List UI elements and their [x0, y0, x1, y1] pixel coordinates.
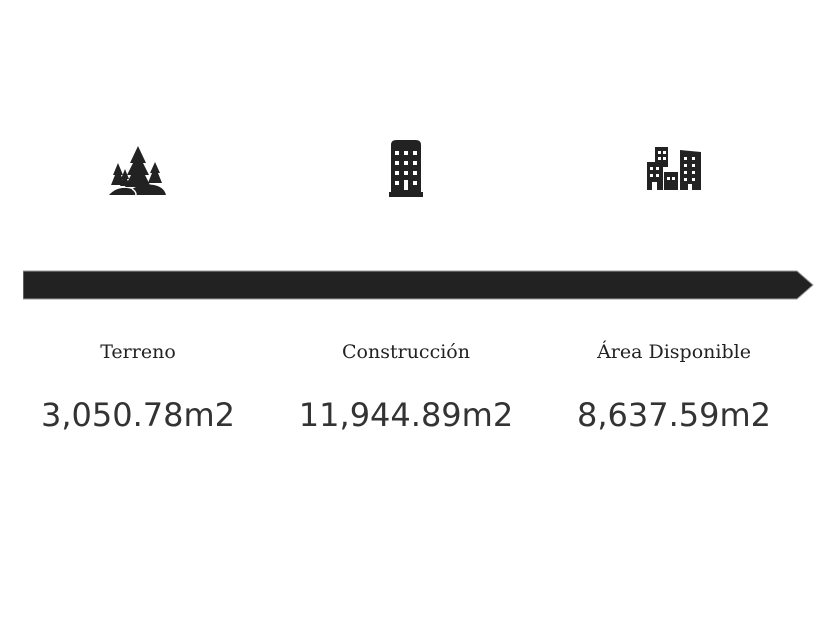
- area-disponible-value: 8,637.59m2: [576, 396, 772, 434]
- terreno-value: 3,050.78m2: [40, 396, 236, 434]
- trees-icon: [109, 146, 166, 196]
- construccion-value: 11,944.89m2: [298, 396, 514, 434]
- building-icon: [389, 140, 423, 197]
- city-buildings-icon: [647, 147, 701, 190]
- construccion-label: Construcción: [342, 341, 470, 363]
- timeline-arrow: [23, 270, 814, 300]
- area-disponible-label: Área Disponible: [597, 341, 751, 363]
- terreno-label: Terreno: [100, 341, 176, 363]
